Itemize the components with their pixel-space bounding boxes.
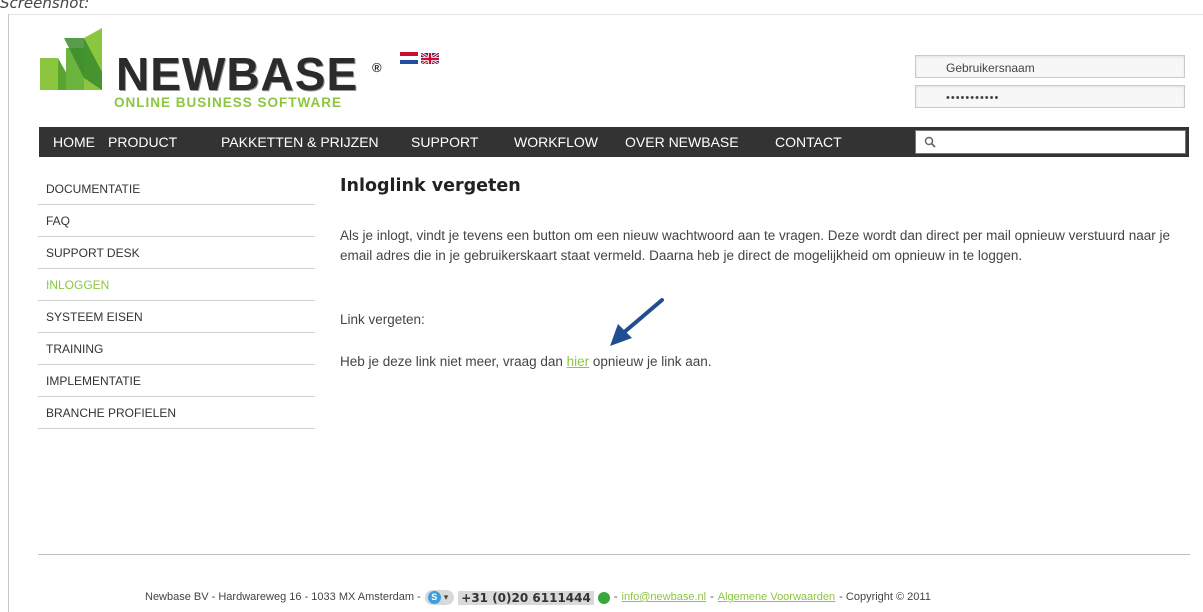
- link-forgotten-label: Link vergeten:: [340, 312, 425, 327]
- footer-terms-link[interactable]: Algemene Voorwaarden: [718, 592, 835, 603]
- nav-support[interactable]: SUPPORT: [411, 135, 478, 149]
- registered-mark: ®: [372, 60, 382, 75]
- username-field[interactable]: Gebruikersnaam: [915, 55, 1185, 78]
- sidebar-item-documentatie[interactable]: DOCUMENTATIE: [38, 173, 315, 205]
- nav-over-newbase[interactable]: OVER NEWBASE: [625, 135, 739, 149]
- hier-link[interactable]: hier: [567, 354, 590, 369]
- footer-separator: -: [613, 591, 618, 603]
- sidebar-menu: DOCUMENTATIE FAQ SUPPORT DESK INLOGGEN S…: [38, 173, 315, 429]
- nav-workflow[interactable]: WORKFLOW: [514, 135, 598, 149]
- footer-address: Newbase BV - Hardwareweg 16 - 1033 MX Am…: [145, 591, 421, 603]
- frame-left-border: [8, 14, 9, 612]
- request-link-paragraph: Heb je deze link niet meer, vraag dan hi…: [340, 352, 712, 372]
- skype-icon: S: [427, 591, 441, 604]
- footer-phone[interactable]: +31 (0)20 6111444: [458, 590, 594, 605]
- request-text-before: Heb je deze link niet meer, vraag dan: [340, 354, 567, 369]
- sidebar-item-systeem-eisen[interactable]: SYSTEEM EISEN: [38, 301, 315, 333]
- footer-email-link[interactable]: info@newbase.nl: [622, 592, 707, 603]
- password-field[interactable]: •••••••••••: [915, 85, 1185, 108]
- sidebar-item-branche-profielen[interactable]: BRANCHE PROFIELEN: [38, 397, 315, 429]
- newbase-logo[interactable]: NEWBASE ® ONLINE BUSINESS SOFTWARE: [36, 28, 386, 112]
- footer-divider: [38, 554, 1190, 555]
- sidebar-item-support-desk[interactable]: SUPPORT DESK: [38, 237, 315, 269]
- nav-home[interactable]: HOME: [53, 135, 95, 149]
- screenshot-caption: Screenshot:: [0, 0, 90, 12]
- footer-copyright: - Copyright © 2011: [839, 591, 931, 603]
- uk-flag-icon[interactable]: [421, 52, 439, 64]
- search-icon: [924, 136, 936, 148]
- phone-icon[interactable]: [597, 591, 610, 604]
- search-input[interactable]: [915, 130, 1186, 154]
- sidebar-item-training[interactable]: TRAINING: [38, 333, 315, 365]
- request-text-after: opnieuw je link aan.: [589, 354, 712, 369]
- sidebar-item-inloggen[interactable]: INLOGGEN: [38, 269, 315, 301]
- intro-paragraph: Als je inlogt, vindt je tevens een butto…: [340, 228, 1170, 263]
- skype-button[interactable]: S ▾: [424, 590, 455, 605]
- main-content: Inloglink vergeten Als je inlogt, vindt …: [340, 176, 1180, 369]
- nav-contact[interactable]: CONTACT: [775, 135, 842, 149]
- sidebar-item-faq[interactable]: FAQ: [38, 205, 315, 237]
- logo-mark-icon: [40, 28, 102, 90]
- nav-product[interactable]: PRODUCT: [108, 135, 177, 149]
- nav-pakketten-prijzen[interactable]: PAKKETTEN & PRIJZEN: [221, 135, 379, 149]
- frame-top-border: [8, 14, 1203, 15]
- brand-name: NEWBASE: [116, 48, 359, 100]
- nl-flag-icon[interactable]: [400, 52, 418, 64]
- pointer-arrow-icon: [610, 298, 664, 346]
- brand-tagline: ONLINE BUSINESS SOFTWARE: [114, 95, 343, 110]
- chevron-down-icon: ▾: [443, 592, 449, 602]
- footer-separator: -: [710, 591, 714, 603]
- page-title: Inloglink vergeten: [340, 176, 521, 196]
- sidebar-item-implementatie[interactable]: IMPLEMENTATIE: [38, 365, 315, 397]
